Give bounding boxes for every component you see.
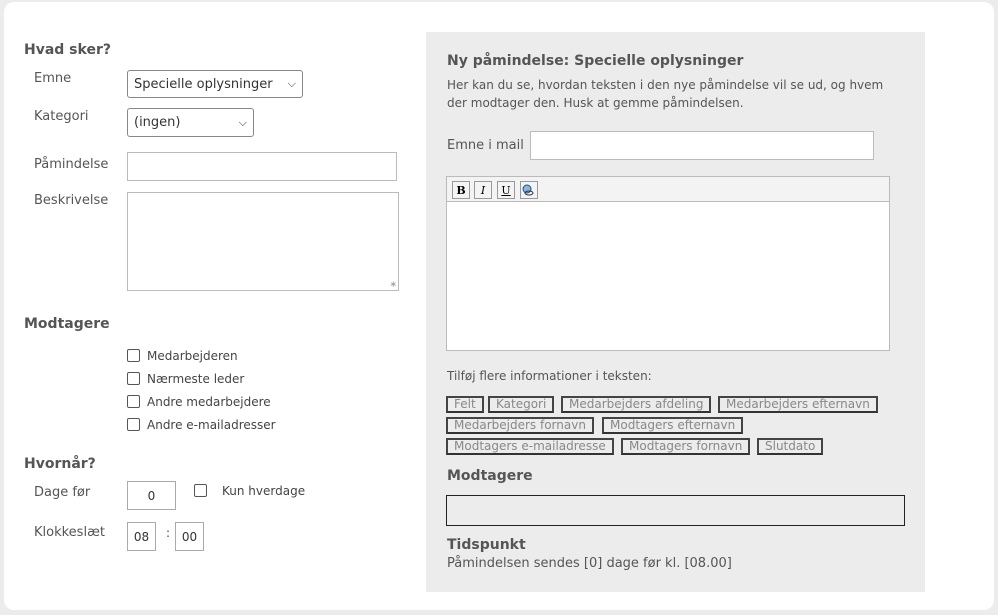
reminder-label: Påmindelse [34,157,109,172]
checkbox-weekdays-only-label: Kun hverdage [222,484,306,498]
time-label: Klokkeslæt [34,525,105,540]
time-minute-input[interactable]: 00 [175,522,204,551]
checkbox-employee-label: Medarbejderen [147,349,238,363]
when-section-title: Hvornår? [24,456,96,472]
checkbox-manager-label: Nærmeste leder [147,372,245,386]
link-button[interactable] [520,181,538,199]
mail-subject-label: Emne i mail [447,138,524,153]
recipients-section-title: Modtagere [24,316,110,332]
subject-label: Emne [34,71,72,86]
underline-button[interactable]: U [497,181,515,199]
days-before-input[interactable]: 0 [127,481,176,510]
description-label: Beskrivelse [34,193,109,208]
time-separator: : [166,526,171,540]
preview-description: Her kan du se, hvordan teksten i den nye… [447,78,884,110]
checkbox-manager[interactable] [127,372,140,385]
add-info-label: Tilføj flere informationer i teksten: [447,369,652,383]
category-label: Kategori [34,109,89,124]
token-modtagers-email[interactable]: Modtagers e-mailadresse [446,438,614,455]
token-felt[interactable]: Felt [446,396,484,413]
token-medarbejders-afdeling[interactable]: Medarbejders afdeling [561,396,712,413]
token-modtagers-efternavn[interactable]: Modtagers efternavn [602,417,744,434]
token-modtagers-fornavn[interactable]: Modtagers fornavn [621,438,751,455]
reminder-input[interactable] [127,152,397,181]
editor-body[interactable] [446,201,890,351]
italic-button[interactable]: I [474,181,492,199]
preview-recipients-box [446,495,905,526]
token-slutdato[interactable]: Slutdato [757,438,824,455]
checkbox-weekdays-only[interactable] [194,484,207,497]
category-select[interactable]: (ingen) ⌵ [127,108,254,137]
what-section-title: Hvad sker? [24,42,111,58]
mail-subject-input[interactable] [530,131,874,160]
preview-recipients-title: Modtagere [447,468,533,484]
chevron-down-icon: ⌵ [238,115,247,129]
checkbox-other-emails[interactable] [127,418,140,431]
subject-select[interactable]: Specielle oplysninger ⌵ [127,70,303,98]
category-select-value: (ingen) [134,115,181,130]
token-medarbejders-fornavn[interactable]: Medarbejders fornavn [446,417,594,434]
time-hour-input[interactable]: 08 [127,522,156,551]
preview-time-text: Påmindelsen sendes [0] dage før kl. [08.… [447,556,732,571]
chevron-down-icon: ⌵ [287,77,296,90]
preview-title: Ny påmindelse: Specielle oplysninger [447,53,744,69]
days-before-label: Dage før [34,485,91,500]
token-medarbejders-efternavn[interactable]: Medarbejders efternavn [718,396,878,413]
subject-select-value: Specielle oplysninger [134,76,273,92]
link-icon [522,184,534,196]
resize-handle-icon[interactable]: ∗ [389,280,397,290]
checkbox-other-employees[interactable] [127,395,140,408]
checkbox-other-emails-label: Andre e-mailadresser [147,418,276,432]
checkbox-employee[interactable] [127,349,140,362]
preview-time-title: Tidspunkt [447,537,526,553]
description-textarea[interactable]: ∗ [127,192,399,291]
token-kategori[interactable]: Kategori [488,396,555,413]
bold-button[interactable]: B [452,181,470,199]
checkbox-other-employees-label: Andre medarbejdere [147,395,271,409]
